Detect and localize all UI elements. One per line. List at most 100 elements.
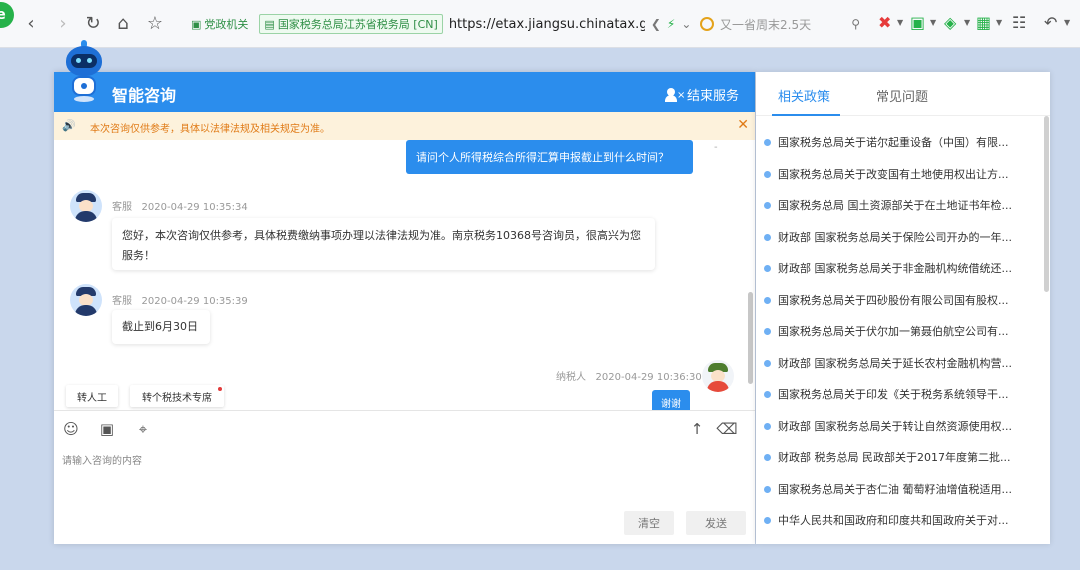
end-service-label: 结束服务 xyxy=(686,89,739,104)
message-scrollbar[interactable] xyxy=(748,140,753,410)
forward-icon[interactable]: › xyxy=(52,12,74,34)
policy-item[interactable]: 国家税务总局关于伏尔加一第聂伯航空公司有... xyxy=(764,321,1034,341)
policy-item-label: 财政部 国家税务总局关于延长农村金融机构营... xyxy=(778,357,1012,370)
consult-input[interactable]: 请输入咨询的内容 xyxy=(62,452,142,467)
policy-item[interactable]: 财政部 税务总局 民政部关于2017年度第二批... xyxy=(764,447,1034,467)
user-question-bubble: 请问个人所得税综合所得汇算申报截止到什么时间？ xyxy=(406,140,693,174)
policy-item[interactable]: 国家税务总局关于改变国有土地使用权出让方... xyxy=(764,164,1034,184)
crop-icon[interactable]: ⌖ xyxy=(134,420,152,438)
chat-window: 智能咨询 × 结束服务 🔊 本次咨询仅供参考，具体以法律法规及相关规定为准。 ✕… xyxy=(54,72,755,544)
notice-bar: 🔊 本次咨询仅供参考，具体以法律法规及相关规定为准。 ✕ xyxy=(54,112,755,140)
active-tab-indicator xyxy=(772,114,840,116)
image-icon[interactable]: ▣ xyxy=(98,420,116,438)
undo-icon[interactable]: ↶ xyxy=(1044,13,1057,32)
chevron-down-icon[interactable]: ▼ xyxy=(930,18,936,27)
policy-item[interactable]: 国家税务总局关于杏仁油 葡萄籽油增值税适用... xyxy=(764,479,1034,499)
sender-name: 纳税人 xyxy=(556,372,586,383)
user-remove-icon: × xyxy=(664,87,685,102)
cut-tool-icon[interactable]: ✖ xyxy=(878,13,891,32)
policy-item-label: 国家税务总局关于杏仁油 葡萄籽油增值税适用... xyxy=(778,483,1012,496)
search-box[interactable]: 又一省周末2.5天 ⚲ xyxy=(700,12,860,36)
policy-item[interactable]: 财政部 国家税务总局关于转让自然资源使用权... xyxy=(764,416,1034,436)
user-avatar xyxy=(702,360,734,392)
policy-item[interactable]: 国家税务总局 国土资源部关于在土地证书年检... xyxy=(764,195,1034,215)
end-service-button[interactable]: × 结束服务 xyxy=(664,85,739,104)
gov-badge-label: 党政机关 xyxy=(204,18,249,31)
emoji-icon[interactable]: ☺ xyxy=(62,420,80,438)
search-icon[interactable]: ⚲ xyxy=(851,17,860,31)
notice-text: 本次咨询仅供参考，具体以法律法规及相关规定为准。 xyxy=(90,124,330,135)
message-meta: 客服 2020-04-29 10:35:39 xyxy=(112,292,248,307)
upload-icon[interactable]: ↑ xyxy=(688,420,706,438)
speaker-icon: 🔊 xyxy=(62,119,76,132)
gov-badge: ▣ 党政机关 xyxy=(186,14,253,34)
policy-item[interactable]: 中华人民共和国政府和印度共和国政府关于对... xyxy=(764,510,1034,530)
message-meta: 客服 2020-04-29 10:35:34 xyxy=(112,198,248,213)
search-engine-icon xyxy=(700,17,714,31)
search-placeholder: 又一省周末2.5天 xyxy=(720,17,812,32)
policy-item-label: 国家税务总局关于印发《关于税务系统领导干... xyxy=(778,388,1009,401)
policy-item-label: 国家税务总局关于四砂股份有限公司国有股权... xyxy=(778,294,1009,307)
lock-icon: ▤ xyxy=(264,17,275,31)
site-cert-badge: ▤ 国家税务总局江苏省税务局 [CN] xyxy=(259,14,443,34)
policy-item-label: 财政部 国家税务总局关于转让自然资源使用权... xyxy=(778,420,1012,433)
policy-item[interactable]: 财政部 国家税务总局关于延长农村金融机构营... xyxy=(764,353,1034,373)
eraser-icon[interactable]: ⌫ xyxy=(716,420,737,438)
policy-item-label: 中华人民共和国政府和印度共和国政府关于对... xyxy=(778,514,1009,527)
browser-logo-icon: e xyxy=(0,2,14,28)
policy-item-label: 财政部 国家税务总局关于非金融机构统借统还... xyxy=(778,262,1012,275)
policy-item-label: 财政部 国家税务总局关于保险公司开办的一年... xyxy=(778,231,1012,244)
transfer-tax-expert-label: 转个税技术专席 xyxy=(142,392,212,404)
lightning-icon[interactable]: ⚡ xyxy=(667,17,675,31)
chevron-down-icon[interactable]: ▼ xyxy=(897,18,903,27)
send-button[interactable]: 发送 xyxy=(686,511,746,535)
home-icon[interactable]: ⌂ xyxy=(112,12,134,34)
policy-item[interactable]: 国家税务总局关于诺尔起重设备（中国）有限... xyxy=(764,132,1034,152)
gov-badge-icon: ▣ xyxy=(191,17,202,31)
policy-item[interactable]: 财政部 国家税务总局关于保险公司开办的一年... xyxy=(764,227,1034,247)
user-message-bubble: 谢谢 xyxy=(652,390,690,410)
back-icon[interactable]: ‹ xyxy=(20,12,42,34)
policy-item[interactable]: 财政部 国家税务总局关于非金融机构统借统还... xyxy=(764,258,1034,278)
browser-toolbar: e ‹ › ↻ ⌂ ☆ ▣ 党政机关 ▤ 国家税务总局江苏省税务局 [CN] h… xyxy=(0,0,1080,48)
game-icon[interactable]: ▦ xyxy=(976,13,991,32)
robot-mascot-icon xyxy=(64,40,104,106)
message-list: 请问个人所得税综合所得汇算申报截止到什么时间？ - 客服 2020-04-29 … xyxy=(54,140,755,410)
tab-related-policies[interactable]: 相关政策 xyxy=(778,86,830,105)
tab-faq[interactable]: 常见问题 xyxy=(876,86,928,105)
chevron-down-icon[interactable]: ⌄ xyxy=(681,17,691,31)
new-indicator xyxy=(218,387,222,391)
message-time: 2020-04-29 10:36:30 xyxy=(595,372,702,383)
message-meta: 纳税人 2020-04-29 10:36:30 xyxy=(556,368,702,383)
chat-title: 智能咨询 xyxy=(112,86,177,105)
policy-item[interactable]: 国家税务总局关于印发《关于税务系统领导干... xyxy=(764,384,1034,404)
url-text[interactable]: https://etax.jiangsu.chinatax.gov.cn xyxy=(449,17,645,32)
chevron-down-icon[interactable]: ▼ xyxy=(1064,18,1070,27)
refresh-icon[interactable]: ↻ xyxy=(82,12,104,34)
apps-grid-icon[interactable]: ☷ xyxy=(1012,13,1026,32)
agent-message-bubble: 截止到6月30日 xyxy=(112,310,210,344)
chat-header: 智能咨询 × 结束服务 xyxy=(54,72,755,112)
transfer-tax-expert-button[interactable]: 转个税技术专席 xyxy=(130,385,224,407)
panel-scrollbar[interactable] xyxy=(1044,116,1049,544)
sender-name: 客服 xyxy=(112,202,132,213)
transfer-human-button[interactable]: 转人工 xyxy=(66,385,118,407)
close-icon[interactable]: ✕ xyxy=(737,117,749,133)
translate-icon[interactable]: ▣ xyxy=(910,13,925,32)
policy-item[interactable]: 国家税务总局关于四砂股份有限公司国有股权... xyxy=(764,290,1034,310)
policy-item-label: 国家税务总局 国土资源部关于在土地证书年检... xyxy=(778,199,1012,212)
sender-name: 客服 xyxy=(112,296,132,307)
message-time: 2020-04-29 10:35:39 xyxy=(141,296,248,307)
policy-item-label: 国家税务总局关于诺尔起重设备（中国）有限... xyxy=(778,136,1009,149)
agent-avatar xyxy=(70,284,102,316)
shield-icon[interactable]: ◈ xyxy=(944,13,956,32)
address-bar[interactable]: ▣ 党政机关 ▤ 国家税务总局江苏省税务局 [CN] https://etax.… xyxy=(186,10,694,38)
share-icon[interactable]: ❮ xyxy=(651,17,661,31)
chevron-down-icon[interactable]: ▼ xyxy=(964,18,970,27)
policy-panel: 相关政策 常见问题 国家税务总局关于诺尔起重设备（中国）有限... 国家税务总局… xyxy=(756,72,1050,544)
favorite-star-icon[interactable]: ☆ xyxy=(144,12,166,34)
chevron-down-icon[interactable]: ▼ xyxy=(996,18,1002,27)
message-status-mark: - xyxy=(714,142,718,153)
clear-button[interactable]: 清空 xyxy=(624,511,674,535)
policy-item-label: 财政部 税务总局 民政部关于2017年度第二批... xyxy=(778,451,1011,464)
